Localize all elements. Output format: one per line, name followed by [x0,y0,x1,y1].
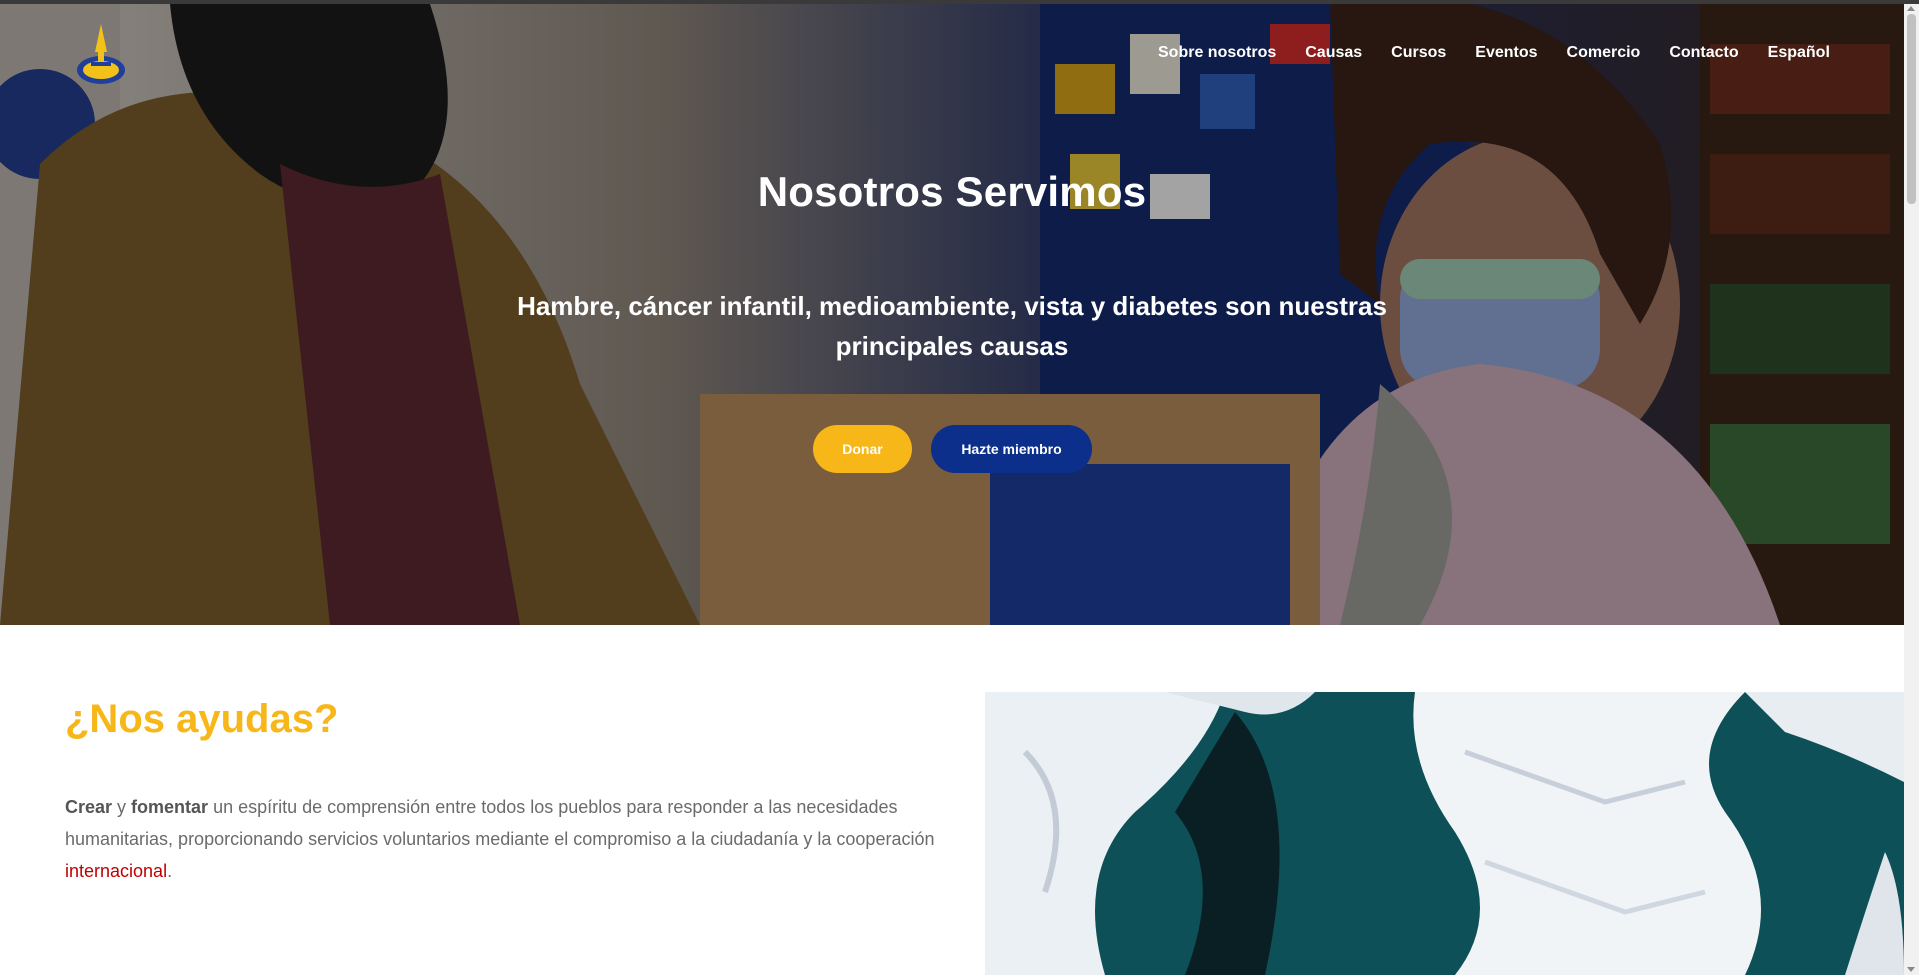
scroll-up-icon[interactable] [1907,6,1915,11]
scrollbar-thumb[interactable] [1907,14,1916,204]
nav-cursos[interactable]: Cursos [1391,44,1446,62]
text-bold-fomentar: fomentar [131,797,209,817]
nav-comercio[interactable]: Comercio [1567,44,1641,62]
nav-contacto[interactable]: Contacto [1669,44,1738,62]
internacional-link[interactable]: internacional [65,861,167,881]
help-section-text: Crear y fomentar un espíritu de comprens… [65,791,945,887]
iceberg-aerial-photo [985,692,1904,975]
main-navigation: Sobre nosotros Causas Cursos Eventos Com… [1158,44,1830,62]
hero-title: Nosotros Servimos [757,168,1147,215]
become-member-button[interactable]: Hazte miembro [931,425,1092,473]
scroll-down-icon[interactable] [1907,967,1915,972]
hero-section: Sobre nosotros Causas Cursos Eventos Com… [0,4,1904,625]
text-bold-crear: Crear [65,797,113,817]
help-section-title: ¿Nos ayudas? [65,697,339,741]
nav-causas[interactable]: Causas [1305,44,1362,62]
hero-subtitle: Hambre, cáncer infantil, medioambiente, … [517,291,1387,361]
page-scrollbar[interactable] [1904,4,1919,975]
donate-button[interactable]: Donar [813,425,912,473]
lions-club-emblem-icon[interactable] [74,22,128,88]
nav-eventos[interactable]: Eventos [1475,44,1537,62]
nav-sobre-nosotros[interactable]: Sobre nosotros [1158,44,1276,62]
text-period: . [167,861,173,881]
nav-language-selector[interactable]: Español [1768,44,1830,62]
text-conjunction: y [112,797,132,817]
